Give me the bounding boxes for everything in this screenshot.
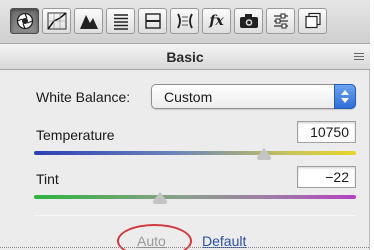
dropdown-stepper-icon (334, 84, 356, 109)
tone-curve-icon (46, 12, 66, 30)
temperature-slider-track[interactable] (34, 151, 356, 155)
tab-camera-calibration[interactable] (234, 8, 263, 34)
tab-tone-curve[interactable] (42, 8, 71, 34)
aperture-icon (16, 12, 33, 30)
panel-menu-icon[interactable] (354, 53, 364, 61)
white-balance-dropdown[interactable]: Custom (151, 84, 356, 109)
default-link[interactable]: Default (202, 233, 246, 249)
white-balance-value: Custom (164, 89, 213, 105)
effects-fx-icon: fx (209, 13, 224, 29)
tab-split-toning[interactable] (138, 8, 167, 34)
tint-field[interactable]: −22 (297, 166, 356, 188)
tint-label: Tint (36, 171, 59, 187)
white-balance-label: White Balance: (36, 89, 131, 105)
section-header: Basic (0, 44, 370, 70)
tab-effects[interactable]: fx (202, 8, 231, 34)
temperature-label: Temperature (36, 127, 115, 143)
detail-icon (79, 15, 98, 29)
temperature-slider-thumb[interactable] (257, 148, 271, 160)
split-toning-icon (144, 13, 161, 29)
tab-snapshots[interactable] (298, 8, 327, 34)
snapshots-icon (304, 12, 321, 29)
presets-icon (273, 13, 288, 29)
camera-raw-panel: fx Basic White Balance: Custom Temperatu… (0, 0, 370, 250)
tab-presets[interactable] (266, 8, 295, 34)
section-title: Basic (166, 48, 204, 65)
tab-basic[interactable] (10, 8, 39, 34)
divider (34, 215, 356, 216)
lens-corrections-icon (176, 13, 193, 29)
camera-calibration-icon (239, 14, 258, 28)
temperature-field[interactable]: 10750 (297, 121, 356, 143)
tint-slider-track[interactable] (34, 195, 356, 199)
tab-detail[interactable] (74, 8, 103, 34)
tint-slider-thumb[interactable] (153, 192, 167, 204)
auto-link[interactable]: Auto (137, 233, 166, 249)
hsl-grayscale-icon (113, 14, 128, 30)
tab-lens-corrections[interactable] (170, 8, 199, 34)
tab-hsl-grayscale[interactable] (106, 8, 135, 34)
panel-toolbar: fx (0, 0, 370, 44)
